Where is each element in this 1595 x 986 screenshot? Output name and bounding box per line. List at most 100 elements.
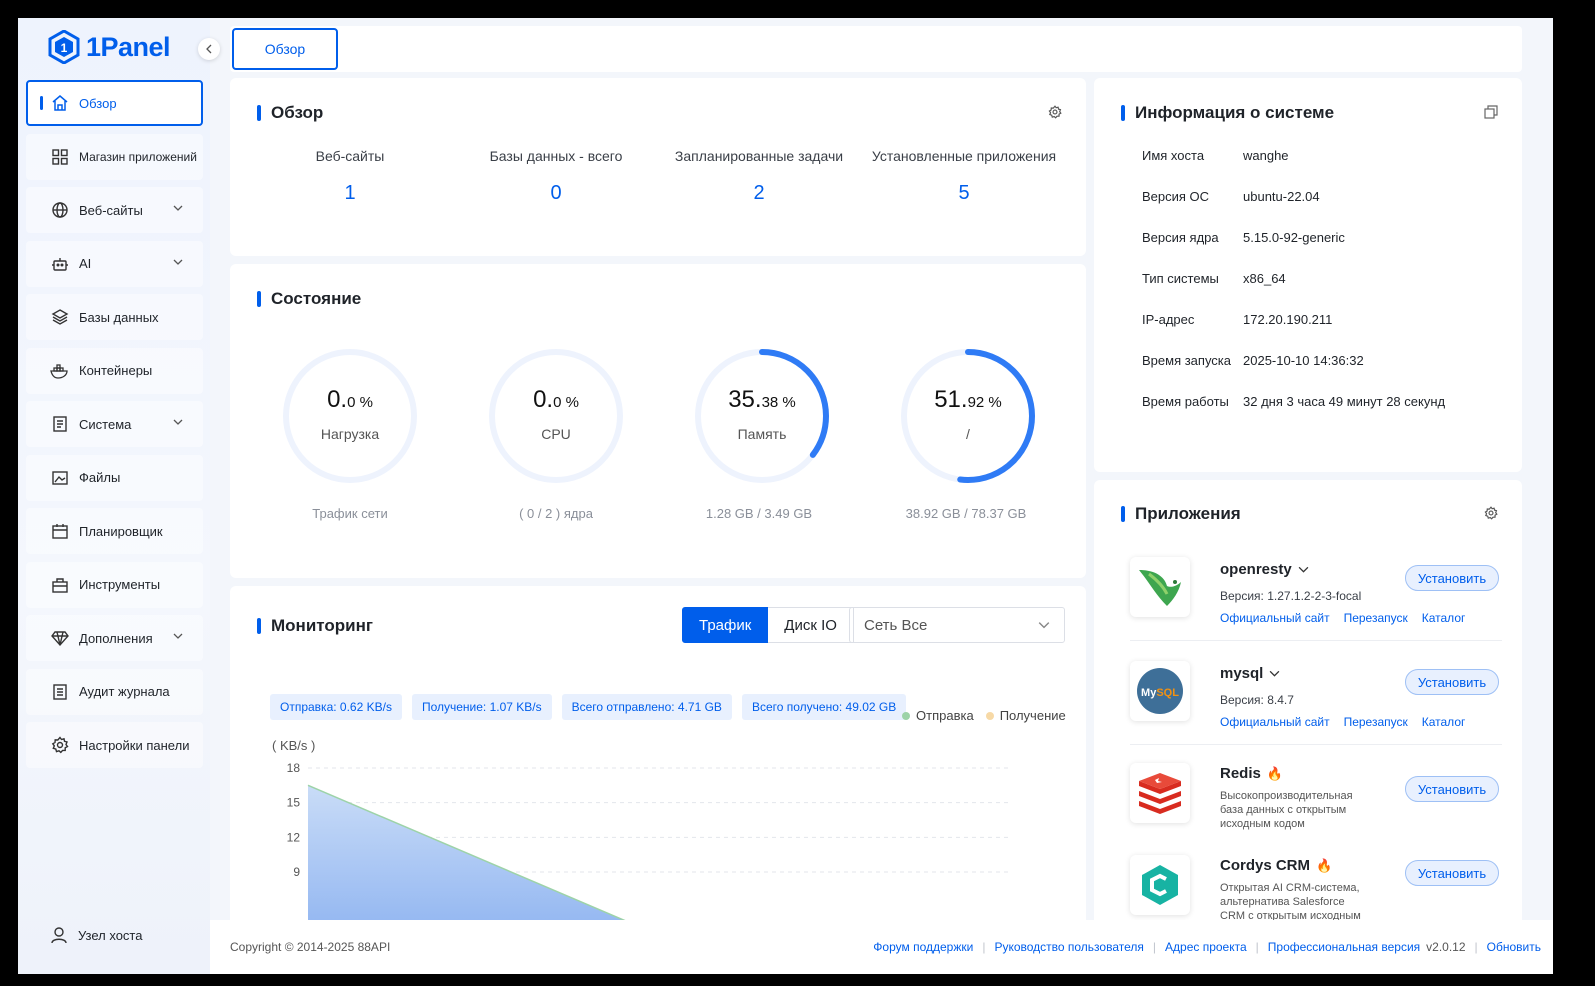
sidebar-item-scheduler[interactable]: Планировщик [26,508,203,554]
tab-overview[interactable]: Обзор [232,28,338,70]
system-info-value: ubuntu-22.04 [1243,189,1320,204]
app-name[interactable]: mysql [1220,665,1280,682]
directory-link[interactable]: Каталог [1422,611,1466,625]
host-node-selector[interactable]: Узел хоста [50,926,142,944]
sidebar-item-panel-settings[interactable]: Настройки панели [26,722,203,768]
user-guide-link[interactable]: Руководство пользователя [994,940,1143,954]
sidebar-item-label: AI [79,256,92,271]
install-button[interactable]: Установить [1405,860,1499,886]
stat-databases[interactable]: Базы данных - всего 0 [456,148,656,205]
home-icon [50,93,70,113]
settings-icon[interactable] [1484,506,1498,520]
divider [1130,640,1502,641]
tab-disk-io[interactable]: Диск IO [768,607,854,643]
directory-link[interactable]: Каталог [1422,715,1466,729]
system-info-title: Информация о системе [1121,103,1334,123]
app-name[interactable]: openresty [1220,561,1309,578]
legend-item-download[interactable]: Получение [985,708,1066,723]
gauge-name: CPU [541,426,571,442]
app-version: Версия: 8.4.7 [1220,693,1294,707]
sidebar-item-system[interactable]: Система [26,401,203,447]
install-button[interactable]: Установить [1405,669,1499,695]
footer-links: Форум поддержки | Руководство пользовател… [873,940,1541,954]
settings-icon[interactable] [1048,105,1062,119]
monitoring-tabs: Трафик Диск IO [682,607,854,643]
system-info-key: Версия ядра [1142,230,1219,245]
tab-traffic[interactable]: Трафик [682,607,769,643]
gauge-cpu[interactable]: 0.0 % CPU [486,346,626,486]
svg-text:1: 1 [61,41,68,55]
restart-link[interactable]: Перезапуск [1344,611,1408,625]
app-name-text: openresty [1220,561,1292,578]
gauge-subtext: 1.28 GB / 3.49 GB [705,506,813,521]
system-info-value: x86_64 [1243,271,1286,286]
fire-icon: 🔥 [1266,765,1284,781]
stat-cron-jobs[interactable]: Запланированные задачи 2 [659,148,859,205]
sidebar-item-databases[interactable]: Базы данных [26,294,203,340]
restart-link[interactable]: Перезапуск [1344,715,1408,729]
toolbox-icon [50,575,70,595]
app-name-text: mysql [1220,665,1264,682]
sidebar-item-label: Файлы [79,470,121,485]
globe-icon [50,200,70,220]
sidebar-collapse-button[interactable] [198,38,220,60]
sidebar-item-websites[interactable]: Веб-сайты [26,187,203,233]
chevron-down-icon [1038,622,1050,629]
gauge-value-dec: 0 % [347,394,373,411]
sidebar-item-audit-log[interactable]: Аудит журнала [26,668,203,715]
copyright: Copyright © 2014-2025 88API [230,940,391,954]
official-site-link[interactable]: Официальный сайт [1220,715,1330,729]
stat-value: 0 [550,182,562,204]
logo: 1 1Panel [48,30,171,64]
app-name[interactable]: Redis 🔥 [1220,765,1283,782]
network-select[interactable]: Сеть Все [849,607,1065,643]
divider [1130,744,1502,745]
sidebar-item-ai[interactable]: AI [26,240,203,287]
gauge-disk[interactable]: 51.92 % / [898,346,1038,486]
update-link[interactable]: Обновить [1487,940,1541,954]
chevron-down-icon [173,633,183,639]
sidebar-item-label: Обзор [79,95,117,111]
project-address-link[interactable]: Адрес проекта [1165,940,1247,954]
app-links: Официальный сайт Перезапуск Каталог [1220,715,1465,729]
chevron-down-icon [1269,670,1280,677]
gauge-ring [283,349,417,483]
redis-logo [1130,763,1190,823]
sidebar-item-tools[interactable]: Инструменты [26,561,203,608]
logo-icon: 1 [48,30,80,64]
stat-websites[interactable]: Веб-сайты 1 [250,148,450,205]
legend-item-upload[interactable]: Отправка [902,708,974,723]
sidebar-item-overview[interactable]: Обзор [26,80,203,126]
system-info-value: 5.15.0-92-generic [1243,230,1345,245]
separator: | [1474,940,1478,954]
layers-icon [50,307,70,327]
mysql-logo: MySQL [1130,661,1190,721]
official-site-link[interactable]: Официальный сайт [1220,611,1330,625]
install-button[interactable]: Установить [1405,776,1499,802]
sidebar-item-files[interactable]: Файлы [26,454,203,501]
support-forum-link[interactable]: Форум поддержки [873,940,973,954]
pro-version-link[interactable]: Профессиональная версия [1268,940,1420,954]
gauge-value-dec: 92 % [967,394,1002,411]
traffic-stats: Отправка: 0.62 KB/s Получение: 1.07 KB/s… [270,694,907,720]
sidebar-item-addons[interactable]: Дополнения [26,615,203,661]
network-select-value: Все [901,616,928,634]
gauge-memory[interactable]: 35.38 % Память [692,346,832,486]
sidebar-item-containers[interactable]: Контейнеры [26,347,203,394]
sidebar-item-label: Планировщик [79,523,163,539]
gauge-load[interactable]: 0.0 % Нагрузка [280,346,420,486]
logo-text: 1Panel [86,31,171,62]
stat-value: 1 [344,182,356,204]
copy-icon[interactable] [1484,105,1498,119]
apps-title: Приложения [1121,504,1241,524]
gauge-subtext: Трафик сети [312,506,388,521]
overview-card: Обзор Веб-сайты 1 Базы данных - всего 0 … [230,78,1086,256]
install-button[interactable]: Установить [1405,565,1499,591]
stat-installed-apps[interactable]: Установленные приложения 5 [864,148,1064,205]
app-name[interactable]: Cordys CRM 🔥 [1220,857,1332,874]
gauge-value-int: 51. [934,386,968,413]
system-info-key: IP-адрес [1142,312,1195,327]
diamond-icon [50,628,70,648]
system-info-key: Версия ОС [1142,189,1210,204]
sidebar-item-app-store[interactable]: Магазин приложений [26,133,203,180]
